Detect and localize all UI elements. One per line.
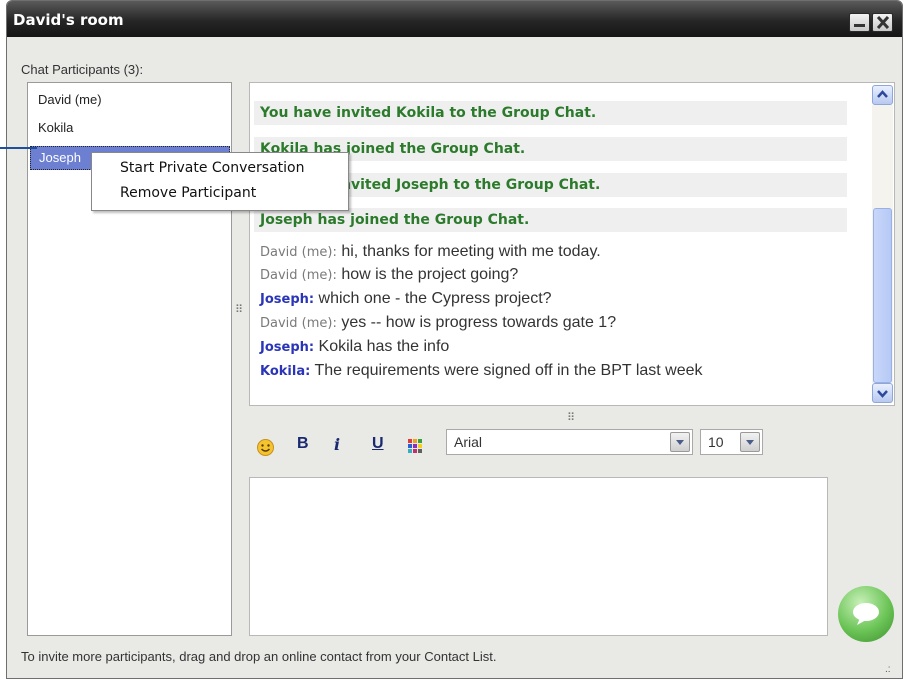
message-text: Kokila has the info: [318, 338, 450, 355]
scroll-down-button[interactable]: [872, 383, 893, 403]
system-message: Joseph has joined the Group Chat.: [254, 208, 847, 232]
message-sender: Joseph:: [260, 340, 315, 355]
chat-scrollbar[interactable]: [872, 85, 893, 403]
chevron-up-icon: [877, 90, 888, 98]
message-text: how is the project going?: [341, 266, 519, 283]
message-sender: Kokila:: [260, 364, 311, 379]
callout-line: [0, 147, 37, 149]
message-text: The requirements were signed off in the …: [314, 362, 703, 379]
menu-start-private-conversation[interactable]: Start Private Conversation: [120, 160, 304, 176]
font-family-select[interactable]: Arial: [446, 429, 693, 455]
minimize-icon: [854, 24, 865, 27]
window-title: David's room: [13, 11, 124, 29]
chat-message: David (me): how is the project going?: [260, 266, 518, 284]
chevron-down-icon[interactable]: [740, 432, 760, 452]
chat-message: Joseph: which one - the Cypress project?: [260, 290, 552, 308]
font-size-value: 10: [708, 434, 724, 450]
participants-label: Chat Participants (3):: [21, 62, 144, 77]
resize-grip[interactable]: .:: [885, 664, 891, 675]
participant-kokila[interactable]: Kokila: [30, 117, 228, 141]
chat-message: David (me): hi, thanks for meeting with …: [260, 243, 601, 261]
color-palette-icon[interactable]: [407, 438, 423, 454]
chat-message: Kokila: The requirements were signed off…: [260, 362, 703, 380]
close-icon: [876, 16, 890, 29]
participant-david[interactable]: David (me): [30, 89, 228, 113]
emoticon-icon[interactable]: [256, 438, 275, 457]
title-bar[interactable]: David's room: [7, 1, 902, 37]
system-message: You have invited Kokila to the Group Cha…: [254, 101, 847, 125]
chevron-down-icon[interactable]: [670, 432, 690, 452]
message-text: yes -- how is progress towards gate 1?: [341, 314, 617, 331]
chat-message: Joseph: Kokila has the info: [260, 338, 449, 356]
send-button[interactable]: [838, 586, 894, 642]
menu-remove-participant[interactable]: Remove Participant: [120, 185, 256, 201]
speech-bubble-icon: [853, 603, 879, 625]
minimize-button[interactable]: [849, 13, 870, 32]
bold-button[interactable]: B: [297, 435, 309, 453]
chat-message: David (me): yes -- how is progress towar…: [260, 314, 616, 332]
horizontal-splitter-grip[interactable]: ⠿: [567, 411, 575, 424]
italic-button[interactable]: i: [334, 435, 340, 454]
font-size-select[interactable]: 10: [700, 429, 763, 455]
context-menu: Start Private Conversation Remove Partic…: [91, 152, 349, 211]
chat-history: You have invited Kokila to the Group Cha…: [249, 82, 895, 406]
font-family-value: Arial: [454, 434, 483, 450]
message-text: which one - the Cypress project?: [318, 290, 552, 307]
message-input[interactable]: [249, 477, 828, 636]
scroll-up-button[interactable]: [872, 85, 893, 105]
scroll-track[interactable]: [872, 105, 893, 383]
message-sender: David (me):: [260, 316, 337, 331]
message-sender: David (me):: [260, 245, 337, 260]
close-button[interactable]: [872, 13, 893, 32]
message-sender: David (me):: [260, 268, 337, 283]
chevron-down-icon: [877, 390, 888, 398]
message-text: hi, thanks for meeting with me today.: [341, 243, 601, 260]
underline-button[interactable]: U: [372, 435, 384, 453]
message-sender: Joseph:: [260, 292, 315, 307]
vertical-splitter-grip[interactable]: ⠿: [235, 303, 243, 316]
scroll-thumb[interactable]: [873, 208, 892, 383]
invite-hint: To invite more participants, drag and dr…: [21, 649, 497, 664]
